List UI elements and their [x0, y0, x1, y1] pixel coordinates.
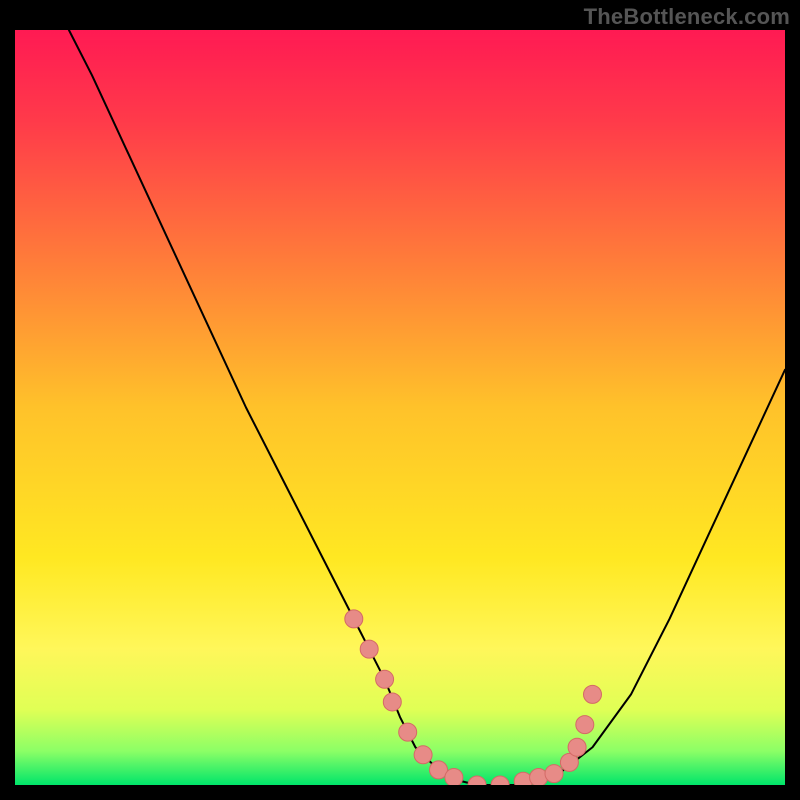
- watermark-text: TheBottleneck.com: [584, 4, 790, 30]
- gradient-bg: [15, 30, 785, 785]
- highlight-marker: [376, 670, 394, 688]
- highlight-marker: [345, 610, 363, 628]
- highlight-marker: [360, 640, 378, 658]
- highlight-marker: [445, 768, 463, 785]
- highlight-marker: [383, 693, 401, 711]
- highlight-marker: [530, 768, 548, 785]
- highlight-marker: [568, 738, 586, 756]
- highlight-marker: [545, 765, 563, 783]
- highlight-marker: [576, 716, 594, 734]
- highlight-marker: [414, 746, 432, 764]
- chart-frame: TheBottleneck.com: [0, 0, 800, 800]
- plot-svg: [15, 30, 785, 785]
- plot-area: [15, 30, 785, 785]
- highlight-marker: [584, 685, 602, 703]
- highlight-marker: [399, 723, 417, 741]
